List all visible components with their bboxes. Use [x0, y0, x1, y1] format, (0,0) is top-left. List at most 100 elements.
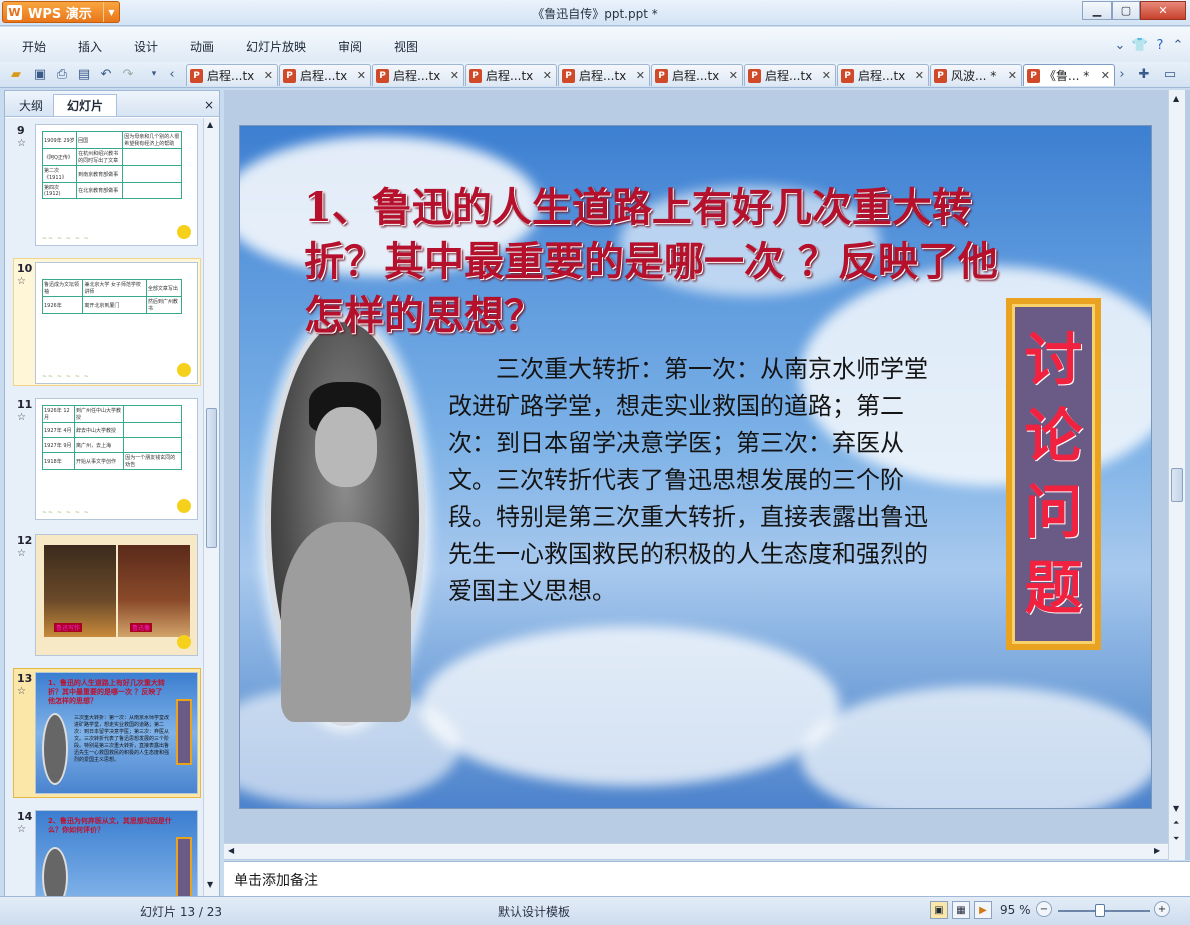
thumb-footer: ~~ ~ ~ ~ ~ [42, 373, 90, 380]
thumb-number: 10 [17, 262, 33, 275]
thumb-table-cell: 第二次 《1911》 [41, 165, 78, 183]
thumb-discuss-box [176, 699, 192, 765]
tab-slides[interactable]: 幻灯片 [53, 94, 117, 116]
quick-access-dropdown-icon[interactable]: ▾ [146, 66, 162, 82]
menu-review[interactable]: 审阅 [338, 38, 362, 55]
document-tab[interactable]: P 启程...tx ✕ [372, 64, 464, 86]
ppt-file-icon: P [190, 68, 203, 83]
maximize-button[interactable]: ▢ [1112, 1, 1140, 20]
menu-animation[interactable]: 动画 [190, 38, 214, 55]
slide-thumbnail-9[interactable]: 1909年 29岁 回国 因为母亲和几个别的人很希望我有经济上的帮助 《阿Q正传》 在杭… [35, 124, 198, 246]
document-tab[interactable]: P 启程...tx ✕ [558, 64, 650, 86]
prev-slide-icon[interactable]: ⏶ [1173, 818, 1179, 828]
slide-title[interactable]: 1、鲁迅的人生道路上有好几次重大转折？其中最重要的是哪一次 ？反映了他怎样的思想… [304, 181, 1004, 343]
chevron-down-icon[interactable]: ⌄ [1112, 37, 1128, 53]
open-folder-icon[interactable]: ▰ [8, 66, 24, 82]
minimize-button[interactable]: ▁ [1082, 1, 1112, 20]
thumb-portrait [42, 847, 68, 896]
thumb-table-cell: 鲁迅成为文坛领袖 [41, 279, 84, 297]
tabs-left-arrow-icon[interactable]: ‹ [164, 66, 180, 82]
next-slide-icon[interactable]: ⏷ [1173, 834, 1179, 844]
document-tab[interactable]: P 风波... * ✕ [930, 64, 1022, 86]
undo-icon[interactable]: ↶ [98, 66, 114, 82]
menu-home[interactable]: 开始 [22, 38, 46, 55]
close-tab-icon[interactable]: ✕ [450, 69, 459, 82]
close-tab-icon[interactable]: ✕ [636, 69, 645, 82]
notes-pane[interactable]: 单击添加备注 [224, 861, 1190, 896]
document-tab[interactable]: P 启程...tx ✕ [186, 64, 278, 86]
document-tab[interactable]: P 启程...tx ✕ [651, 64, 743, 86]
menu-view[interactable]: 视图 [394, 38, 418, 55]
new-tab-icon[interactable]: ✚ [1136, 66, 1152, 82]
close-tab-icon[interactable]: ✕ [729, 69, 738, 82]
document-tab[interactable]: P 启程...tx ✕ [744, 64, 836, 86]
save-icon[interactable]: ▣ [32, 66, 48, 82]
scroll-thumb[interactable] [206, 408, 217, 548]
print-icon[interactable]: ⎙ [54, 66, 70, 82]
slide-thumbnail-14[interactable]: 2、鲁迅为何弃医从文，其思想动因是什么？你如何评价？ [35, 810, 198, 896]
close-tab-icon[interactable]: ✕ [915, 69, 924, 82]
menu-insert[interactable]: 插入 [78, 38, 102, 55]
zoom-in-icon[interactable]: + [1154, 901, 1170, 917]
thumb-table-cell: 回国 [76, 131, 124, 149]
tabs-right-arrow-icon[interactable]: › [1114, 66, 1130, 82]
close-tab-icon[interactable]: ✕ [822, 69, 831, 82]
document-tab[interactable]: P 启程...tx ✕ [837, 64, 929, 86]
close-tab-icon[interactable]: ✕ [543, 69, 552, 82]
scroll-up-icon[interactable]: ▲ [1173, 94, 1179, 103]
thumb-table-cell: 1927年 9月 [42, 437, 75, 453]
menu-design[interactable]: 设计 [134, 38, 158, 55]
thumb-table-cell: 在北京教育部做事 [76, 182, 124, 199]
tab-list-icon[interactable]: ▭ [1162, 66, 1178, 82]
slide-horizontal-scrollbar[interactable]: ◀ ▶ [224, 843, 1168, 859]
redo-icon[interactable]: ↷ [120, 66, 136, 82]
thumb-portrait [42, 713, 68, 785]
caption: 鲁迅写作 [54, 623, 83, 632]
help-icon[interactable]: ? [1152, 37, 1168, 53]
slide-thumbnail-13[interactable]: 1、鲁迅的人生道路上有好几次重大转折？其中最重要的是哪一次 ？反映了他怎样的思想… [35, 672, 198, 794]
scroll-down-icon[interactable]: ▼ [207, 880, 213, 889]
skin-icon[interactable]: 👕 [1132, 37, 1148, 53]
close-tab-icon[interactable]: ✕ [1008, 69, 1017, 82]
slideshow-icon[interactable]: ▶ [974, 901, 992, 919]
close-tab-icon[interactable]: ✕ [1101, 69, 1110, 82]
close-pane-icon[interactable]: × [201, 94, 217, 116]
ppt-file-icon: P [934, 68, 947, 83]
thumb-table-cell: 然后到广州教书 [145, 296, 183, 314]
star-icon: ☆ [17, 412, 26, 423]
ppt-file-icon: P [283, 68, 296, 83]
scroll-up-icon[interactable]: ▲ [207, 120, 213, 129]
slide-vertical-scrollbar[interactable]: ▲ ▼ ⏶ ⏷ [1168, 90, 1185, 860]
thumb-title-text: 1、鲁迅的人生道路上有好几次重大转折？其中最重要的是哪一次 ？反映了他怎样的思想… [48, 679, 165, 705]
slide-body-text[interactable]: 三次重大转折：第一次：从南京水师学堂改进矿路学堂，想走实业救国的道路；第二次：到… [448, 351, 938, 610]
discussion-label-box[interactable]: 讨 论 问 题 [1006, 298, 1101, 650]
slide-thumbnail-10[interactable]: 鲁迅成为文坛领袖 兼北京大学 女子师范学校讲师 全部文章写出 1926年 离开北京到厦门… [35, 262, 198, 384]
slide-canvas[interactable]: 1、鲁迅的人生道路上有好几次重大转折？其中最重要的是哪一次 ？反映了他怎样的思想… [239, 125, 1152, 809]
slide-sorter-icon[interactable]: ▦ [952, 901, 970, 919]
normal-view-icon[interactable]: ▣ [930, 901, 948, 919]
scroll-down-icon[interactable]: ▼ [1173, 804, 1179, 813]
slide-thumbnail-12[interactable]: 鲁迅写作 鲁迅像 [35, 534, 198, 656]
zoom-out-icon[interactable]: − [1036, 901, 1052, 917]
close-window-button[interactable]: ✕ [1140, 1, 1186, 20]
chevron-up-icon[interactable]: ⌃ [1170, 37, 1186, 53]
close-tab-icon[interactable]: ✕ [357, 69, 366, 82]
thumb-table-cell [122, 165, 182, 183]
slide-counter: 幻灯片 13 / 23 [140, 905, 223, 919]
zoom-slider-thumb[interactable] [1095, 904, 1105, 917]
scroll-right-icon[interactable]: ▶ [1154, 846, 1160, 855]
tab-outline[interactable]: 大纲 [9, 94, 53, 116]
thumb-table-cell [123, 405, 182, 423]
document-tab[interactable]: P 启程...tx ✕ [279, 64, 371, 86]
menu-slideshow[interactable]: 幻灯片放映 [246, 38, 306, 55]
document-tab[interactable]: P 《鲁... * ✕ [1023, 64, 1115, 86]
print-preview-icon[interactable]: ▤ [76, 66, 92, 82]
scroll-thumb[interactable] [1171, 468, 1183, 502]
close-tab-icon[interactable]: ✕ [264, 69, 273, 82]
thumbnail-scrollbar[interactable]: ▲ ▼ [203, 118, 219, 896]
scroll-left-icon[interactable]: ◀ [228, 846, 234, 855]
thumb-table-cell: 第四次(1912) [41, 182, 78, 199]
star-icon: ☆ [17, 686, 26, 697]
document-tab[interactable]: P 启程...tx ✕ [465, 64, 557, 86]
slide-thumbnail-11[interactable]: 1926年 12月 到广州任中山大学教授 1927年 4月 辞去中山大学教授 1927年… [35, 398, 198, 520]
